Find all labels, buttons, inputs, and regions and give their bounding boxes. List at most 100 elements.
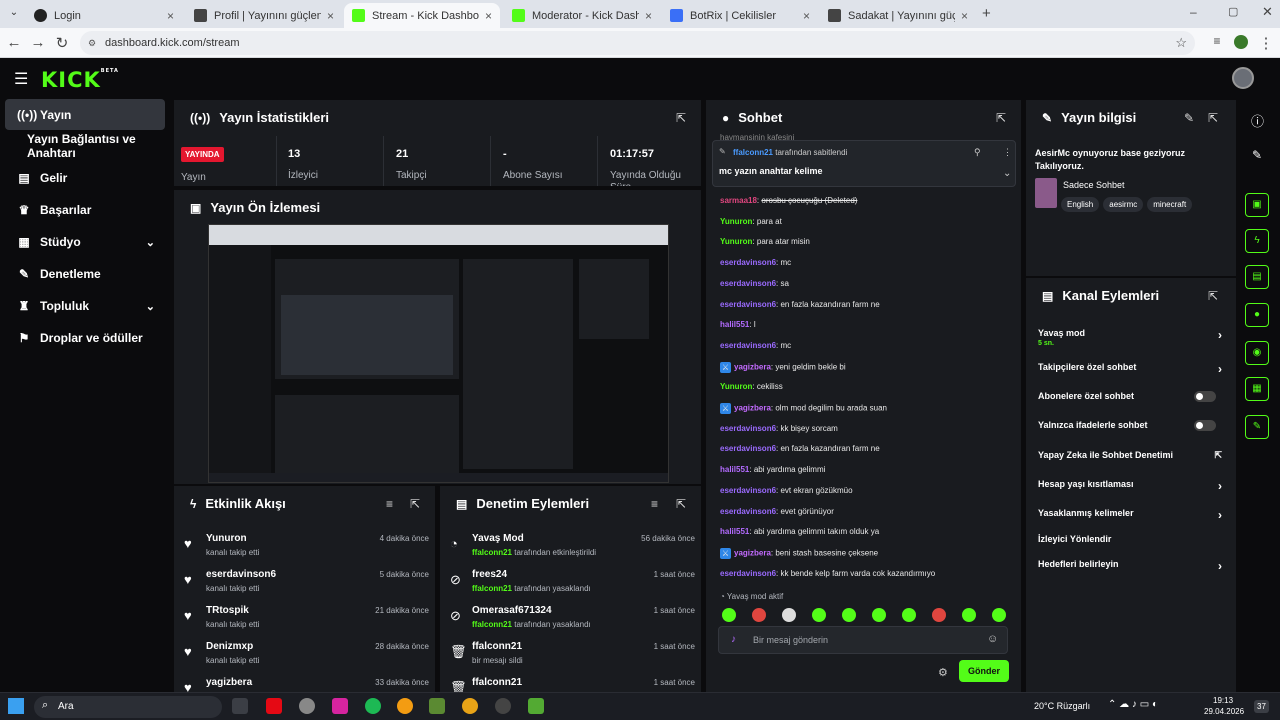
chat-username[interactable]: Yunuron	[720, 217, 752, 226]
action-followers-only[interactable]: Takipçilere özel sohbet ›	[1038, 362, 1228, 376]
emote-icon[interactable]	[962, 608, 976, 622]
hamburger-menu-icon[interactable]: ☰	[14, 69, 28, 89]
chat-settings-icon[interactable]: ⚙	[938, 666, 948, 679]
stream-preview-video[interactable]	[208, 224, 669, 483]
popout-icon[interactable]: ⇱	[1208, 111, 1218, 125]
chat-username[interactable]: eserdavinson6	[720, 444, 776, 453]
action-account-age[interactable]: Hesap yaşı kısıtlaması ›	[1038, 479, 1228, 493]
feed-user[interactable]: Yunuron	[206, 533, 247, 544]
minecraft-icon[interactable]	[429, 698, 445, 714]
tab-list-icon[interactable]: ⌄	[6, 7, 22, 21]
popout-icon[interactable]: ⇱	[410, 497, 420, 511]
browser-tab[interactable]: Login ×	[26, 3, 182, 28]
emote-icon[interactable]	[842, 608, 856, 622]
close-icon[interactable]: ×	[803, 9, 810, 23]
sidebar-item-topluluk[interactable]: ♜ Topluluk ⌄	[5, 291, 165, 321]
minimize-button[interactable]: –	[1190, 5, 1197, 19]
chat-username[interactable]: yagizbera	[734, 362, 771, 371]
emote-icon[interactable]	[932, 608, 946, 622]
chat-username[interactable]: yagizbera	[734, 404, 771, 413]
chat-username[interactable]: eserdavinson6	[720, 300, 776, 309]
feed-user[interactable]: Denizmxp	[206, 641, 253, 652]
feed-user[interactable]: TRtospik	[206, 605, 249, 616]
popout-icon[interactable]: ⇱	[1208, 289, 1218, 303]
bookmark-star-icon[interactable]: ☆	[1175, 31, 1187, 55]
emote-icon[interactable]	[752, 608, 766, 622]
sidebar-item-basarilar[interactable]: ♛ Başarılar	[5, 195, 165, 225]
moderation-toolbar-button[interactable]: ▤	[1245, 265, 1269, 289]
emote-icon[interactable]	[722, 608, 736, 622]
emote-icon[interactable]	[872, 608, 886, 622]
close-icon[interactable]: ×	[645, 9, 652, 23]
back-icon[interactable]: ←	[5, 34, 23, 51]
windows-start-icon[interactable]	[8, 698, 24, 714]
pencil-icon[interactable]: ✎	[1252, 148, 1262, 162]
chat-username[interactable]: eserdavinson6	[720, 341, 776, 350]
close-icon[interactable]: ×	[167, 9, 174, 23]
sidebar-item-denetleme[interactable]: ✎ Denetleme	[5, 259, 165, 289]
chatgpt-icon[interactable]	[299, 698, 315, 714]
chat-username[interactable]: eserdavinson6	[720, 569, 776, 578]
mod-target[interactable]: Omerasaf671324	[472, 605, 552, 616]
action-slow-mode[interactable]: Yavaş mod 5 sn. ›	[1038, 328, 1228, 347]
preview-toolbar-button[interactable]: ▣	[1245, 193, 1269, 217]
chat-username[interactable]: halil551	[720, 527, 749, 536]
emoji-icon[interactable]: ☺	[987, 633, 998, 645]
filter-icon[interactable]: ≡	[386, 497, 393, 511]
microphone-icon[interactable]: ♪	[731, 634, 736, 645]
browser-tab[interactable]: Profil | Yayınını güçlendirmek i... ×	[186, 3, 342, 28]
popout-icon[interactable]: ⇱	[676, 111, 686, 125]
action-banned-words[interactable]: Yasaklanmış kelimeler ›	[1038, 508, 1228, 522]
site-info-icon[interactable]: ⚙	[88, 31, 96, 55]
reload-icon[interactable]: ↻	[53, 34, 71, 52]
chat-username[interactable]: halil551	[720, 320, 749, 329]
emote-icon[interactable]	[812, 608, 826, 622]
feed-user[interactable]: eserdavinson6	[206, 569, 276, 580]
close-icon[interactable]: ×	[327, 9, 334, 23]
filter-icon[interactable]: ≡	[651, 497, 658, 511]
media-control-icon[interactable]: ≡	[1208, 34, 1226, 48]
action-goals[interactable]: Hedefleri belirleyin ›	[1038, 559, 1228, 573]
chat-username[interactable]: halil551	[720, 465, 749, 474]
chat-username[interactable]: yagizbera	[734, 549, 771, 558]
send-button[interactable]: Gönder	[959, 660, 1009, 682]
browser-tab[interactable]: Moderator - Kick Dashboard ×	[504, 3, 660, 28]
emotes-only-toggle[interactable]	[1194, 420, 1216, 431]
chat-username[interactable]: sarmaa18	[720, 196, 757, 205]
spotify-icon[interactable]	[365, 698, 381, 714]
chrome-icon[interactable]	[462, 698, 478, 714]
mod-target[interactable]: ffalconn21	[472, 641, 522, 652]
more-options-icon[interactable]: ⋮	[1003, 147, 1012, 158]
mod-target[interactable]: ffalconn21	[472, 677, 522, 688]
weather-widget[interactable]: 20°C Rüzgarlı	[1034, 701, 1090, 711]
unpin-icon[interactable]: ⚲	[974, 147, 981, 158]
emote-icon[interactable]	[782, 608, 796, 622]
emote-icon[interactable]	[902, 608, 916, 622]
stats-toolbar-button[interactable]: ◉	[1245, 341, 1269, 365]
browser-tab[interactable]: BotRix | Cekilisler ×	[662, 3, 818, 28]
task-view-icon[interactable]	[232, 698, 248, 714]
browser-menu-icon[interactable]: ⋮	[1257, 34, 1275, 52]
chat-username[interactable]: eserdavinson6	[720, 279, 776, 288]
sidebar-item-stream-key[interactable]: Yayın Bağlantısı ve Anahtarı	[5, 131, 175, 161]
info-icon[interactable]: ⓘ	[1251, 111, 1264, 130]
notification-badge[interactable]: 37	[1254, 700, 1269, 713]
app-cube-icon[interactable]	[528, 698, 544, 714]
sidebar-item-droplar[interactable]: ⚑ Droplar ve ödüller	[5, 323, 165, 353]
emote-icon[interactable]	[992, 608, 1006, 622]
maximize-button[interactable]: ▢	[1228, 5, 1238, 18]
chat-username[interactable]: eserdavinson6	[720, 486, 776, 495]
user-avatar[interactable]	[1232, 67, 1254, 89]
url-field[interactable]: ⚙ dashboard.kick.com/stream ☆	[80, 31, 1195, 55]
chat-username[interactable]: eserdavinson6	[720, 507, 776, 516]
taskbar-search-field[interactable]: ⌕ Ara	[34, 696, 222, 718]
action-raid[interactable]: İzleyici Yönlendir	[1038, 534, 1228, 544]
forward-icon[interactable]: →	[29, 34, 47, 51]
tray-icons[interactable]: ⌃ ☁ ♪ ▭ ◐	[1108, 699, 1158, 710]
netflix-icon[interactable]	[266, 698, 282, 714]
feed-user[interactable]: yagizbera	[206, 677, 252, 688]
mod-target[interactable]: frees24	[472, 569, 507, 580]
subs-only-toggle[interactable]	[1194, 391, 1216, 402]
chat-input-field[interactable]: ♪ Bir mesaj gönderin ☺	[718, 626, 1008, 654]
activity-toolbar-button[interactable]: ϟ	[1245, 229, 1269, 253]
